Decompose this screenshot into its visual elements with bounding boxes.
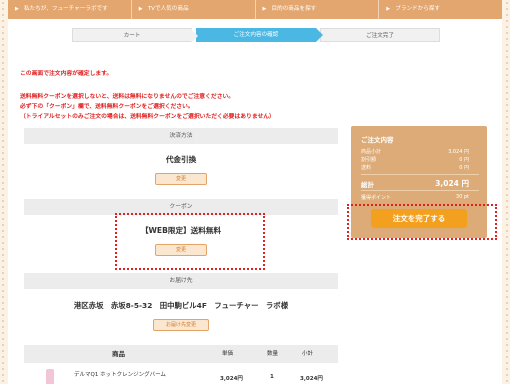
- summary-title: ご注文内容: [361, 136, 394, 144]
- summary-total-label: 総計: [361, 181, 374, 189]
- summary-label-discount: 割引額: [361, 157, 377, 163]
- column-subtotal: 小計: [302, 351, 314, 357]
- summary-value-subtotal: 3,024 円: [448, 149, 469, 155]
- step-arrow-icon: [191, 29, 198, 43]
- chevron-right-icon: ▶: [15, 6, 19, 12]
- step-confirm: ご注文内容の確認: [196, 28, 323, 42]
- table-row: デルマQ1 ホットクレンジングバーム 3,024円 1 3,024円: [24, 363, 338, 384]
- product-subtotal: 3,024円: [300, 376, 323, 382]
- nav-item-label: 目的の商品を探す: [271, 6, 317, 12]
- nav-item-label: ブランドから探す: [395, 6, 441, 12]
- delivery-heading: お届け先: [24, 273, 338, 289]
- coupon-highlight-box: [115, 213, 265, 270]
- delivery-address: 港区赤坂 赤坂8-5-32 田中駒ビル4F フューチャー ラボ様: [73, 301, 289, 310]
- column-quantity: 数量: [267, 351, 279, 357]
- product-unit-price: 3,024円: [220, 376, 243, 382]
- delivery-section: 港区赤坂 赤坂8-5-32 田中駒ビル4F フューチャー ラボ様 お届け先変更: [24, 289, 338, 345]
- step-label: ご注文完了: [366, 33, 394, 39]
- nav-item-by-brand[interactable]: ▶ ブランドから探す: [378, 0, 502, 19]
- step-complete: ご注文完了: [320, 28, 440, 42]
- chevron-right-icon: ▶: [138, 6, 143, 12]
- payment-section: 代金引換 変更: [24, 144, 338, 199]
- nav-item-by-purpose[interactable]: ▶ 目的の商品を探す: [254, 0, 379, 19]
- summary-label-subtotal: 商品小計: [361, 149, 382, 155]
- page: ▶ 私たちが、フューチャーラボです ▶ TVで人気の商品 ▶ 目的の商品を探す …: [8, 0, 502, 384]
- summary-value-shipping: 0 円: [459, 165, 469, 171]
- checkout-steps: カート ご注文内容の確認 ご注文完了: [72, 28, 444, 43]
- product-quantity: 1: [270, 374, 274, 380]
- payment-heading: 決済方法: [24, 128, 338, 144]
- summary-points-value: 30 pt: [455, 194, 469, 200]
- column-product: 商品: [112, 350, 125, 358]
- change-delivery-button[interactable]: お届け先変更: [153, 319, 209, 331]
- product-thumbnail: [46, 369, 54, 384]
- order-table-header: 商品 単価 数量 小計: [24, 345, 338, 363]
- summary-total-value: 3,024 円: [435, 179, 469, 188]
- summary-label-shipping: 送料: [361, 165, 372, 171]
- submit-highlight-box: [347, 204, 497, 240]
- top-nav: ▶ 私たちが、フューチャーラボです ▶ TVで人気の商品 ▶ 目的の商品を探す …: [8, 0, 502, 19]
- chevron-right-icon: ▶: [386, 6, 391, 12]
- step-label: カート: [123, 33, 141, 39]
- notice-coupon-instruction: 必ず下の「クーポン」欄で、送料無料クーポンをご選択ください。: [20, 104, 194, 110]
- chevron-right-icon: ▶: [262, 6, 267, 12]
- change-payment-button[interactable]: 変更: [155, 173, 207, 185]
- column-unit-price: 単価: [222, 351, 234, 357]
- summary-value-discount: 0 円: [459, 157, 469, 163]
- summary-divider: [361, 190, 479, 191]
- nav-item-label: TVで人気の商品: [147, 6, 189, 12]
- summary-points-label: 獲得ポイント: [361, 195, 392, 201]
- notice-trial-note: （トライアルセットのみご注文の場合は、送料無料クーポンをご選択いただく必要はあり…: [20, 114, 275, 120]
- nav-item-about[interactable]: ▶ 私たちが、フューチャーラボです: [8, 0, 131, 19]
- step-arrow-icon: [316, 28, 323, 42]
- notice-coupon-warning: 送料無料クーポンを選択しないと、送料は無料になりませんのでご注意ください。: [20, 94, 235, 100]
- nav-item-label: 私たちが、フューチャーラボです: [24, 6, 108, 12]
- step-label: ご注文内容の確認: [233, 32, 279, 38]
- nav-item-tv-popular[interactable]: ▶ TVで人気の商品: [130, 0, 255, 19]
- product-name[interactable]: デルマQ1 ホットクレンジングバーム: [74, 370, 166, 378]
- payment-method: 代金引換: [165, 155, 197, 164]
- step-cart: カート: [72, 28, 198, 43]
- notice-confirm: この画面で注文内容が確定します。: [20, 71, 113, 77]
- summary-divider: [361, 174, 479, 175]
